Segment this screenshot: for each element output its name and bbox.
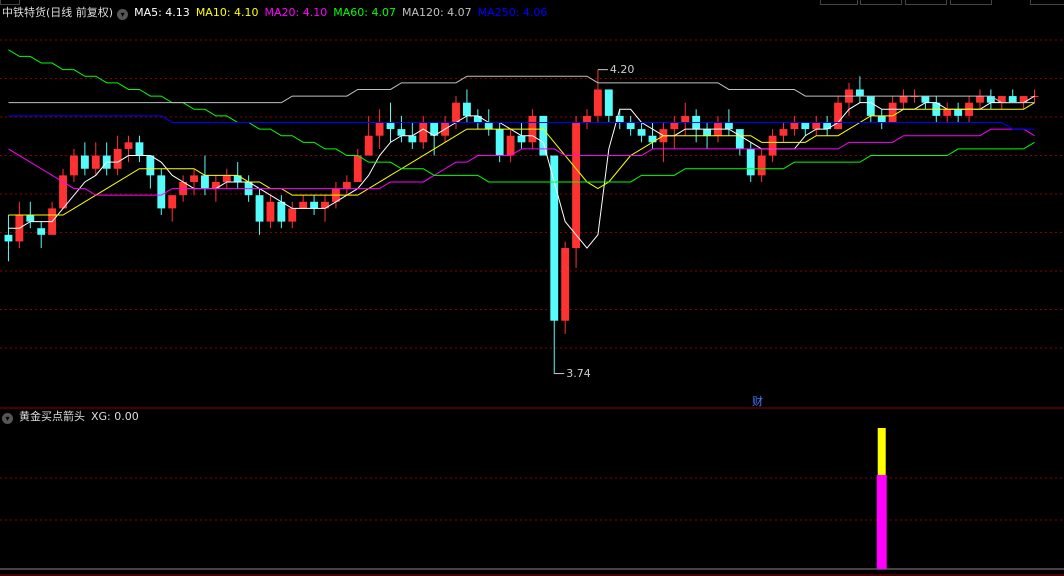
low-price-label: 3.74	[566, 366, 591, 380]
high-price-label: 4.20	[609, 62, 635, 76]
candle-body	[583, 115, 591, 123]
candle-body	[80, 155, 89, 169]
candle-body	[921, 96, 930, 103]
candle-body	[26, 215, 35, 222]
candle-body	[1019, 96, 1028, 103]
chevron-down-icon[interactable]: ▾	[117, 9, 129, 20]
candle-body	[855, 89, 864, 97]
stock-chart-window: 中铁特货(日线 前复权) ▾ MA5: 4.13 MA10: 4.10 MA20: 4.…	[0, 0, 1064, 576]
candle-body	[954, 109, 963, 116]
candle-body	[648, 135, 657, 143]
ma-legend-item: MA120: 4.07	[401, 6, 472, 19]
ma-legend-item: MA250: 4.06	[477, 6, 548, 19]
candle-body	[321, 201, 329, 209]
ma-legend: 中铁特货(日线 前复权) ▾ MA5: 4.13 MA10: 4.10 MA20: 4.…	[2, 6, 559, 20]
candle-body	[801, 122, 810, 130]
chevron-down-icon[interactable]: ▾	[2, 413, 13, 424]
candle-body	[91, 155, 100, 169]
candle-body	[255, 195, 264, 222]
candle-body	[277, 201, 286, 222]
ma-legend-item: MA10: 4.10	[195, 6, 259, 19]
stock-title: 中铁特货(日线 前复权)	[2, 6, 114, 19]
candle-body	[539, 115, 548, 156]
candle-body	[670, 122, 679, 130]
moving-averages-group	[8, 49, 1035, 249]
candle-body	[462, 102, 471, 116]
candle-body	[888, 102, 897, 123]
indicator-title: 黄金买点箭头	[19, 410, 85, 423]
candle-body	[168, 195, 177, 209]
financial-report-badge[interactable]: 财	[752, 393, 763, 409]
candle-body	[768, 135, 777, 156]
candle-body	[266, 201, 275, 222]
candle-body	[637, 129, 646, 136]
candle-body	[757, 155, 766, 176]
candle-body	[37, 228, 46, 235]
ma-legend-item: MA20: 4.10	[264, 6, 328, 19]
candle-body	[190, 175, 198, 182]
candlestick-chart	[0, 39, 1064, 576]
candle-body	[375, 122, 384, 136]
candle-body	[452, 102, 460, 123]
candle-body	[812, 122, 821, 130]
xg-value: XG: 0.00	[91, 410, 139, 423]
ma-legend-item: MA5: 4.13	[134, 6, 190, 19]
candle-body	[495, 129, 504, 156]
candle-body	[986, 96, 995, 103]
candle-body	[288, 208, 297, 222]
candle-body	[146, 155, 155, 176]
candle-body	[484, 122, 493, 130]
candle-body	[517, 135, 526, 143]
candle-body	[823, 122, 832, 130]
candle-body	[233, 175, 242, 182]
ma-legend-item: MA60: 4.07	[333, 6, 396, 19]
ma120-line	[8, 75, 1035, 104]
candle-body	[943, 109, 952, 116]
candle-body	[1008, 96, 1017, 103]
candle-body	[790, 122, 799, 130]
candle-body	[703, 129, 711, 136]
candle-body	[735, 129, 744, 149]
candle-body	[593, 89, 602, 116]
candle-body	[135, 142, 144, 156]
candle-body	[779, 129, 788, 136]
xg-signal-bar	[876, 475, 887, 569]
candle-body	[364, 135, 373, 156]
candle-body	[222, 175, 231, 182]
candle-body	[997, 96, 1006, 103]
candles-group	[4, 69, 1039, 374]
indicator-legend: ▾ 黄金买点箭头 XG: 0.00	[2, 410, 145, 424]
candle-body	[124, 142, 133, 149]
candle-body	[572, 122, 581, 249]
candle-body	[626, 122, 635, 130]
candle-body	[899, 96, 908, 103]
candle-body	[681, 115, 690, 123]
candle-body	[397, 129, 406, 136]
candle-body	[157, 175, 166, 209]
candle-body	[342, 181, 351, 189]
candle-body	[353, 155, 362, 182]
candle-body	[724, 122, 733, 130]
candle-body	[746, 148, 755, 176]
candle-body	[604, 89, 613, 116]
candle-body	[419, 122, 428, 143]
candle-body	[70, 155, 78, 176]
candle-body	[211, 181, 220, 189]
candle-body	[473, 115, 482, 123]
xg-indicator-group	[876, 428, 887, 569]
candle-body	[386, 122, 395, 130]
candle-body	[408, 135, 417, 143]
candle-body	[877, 115, 886, 123]
candle-body	[310, 201, 319, 209]
xg-signal-bar-top	[877, 428, 886, 475]
candle-body	[561, 248, 570, 321]
candle-body	[866, 96, 875, 116]
candle-body	[834, 102, 842, 130]
candle-body	[4, 234, 13, 242]
candle-body	[506, 135, 515, 156]
candle-body	[299, 201, 308, 209]
candle-body	[976, 96, 984, 103]
candle-body	[201, 175, 209, 189]
candle-body	[113, 148, 122, 169]
